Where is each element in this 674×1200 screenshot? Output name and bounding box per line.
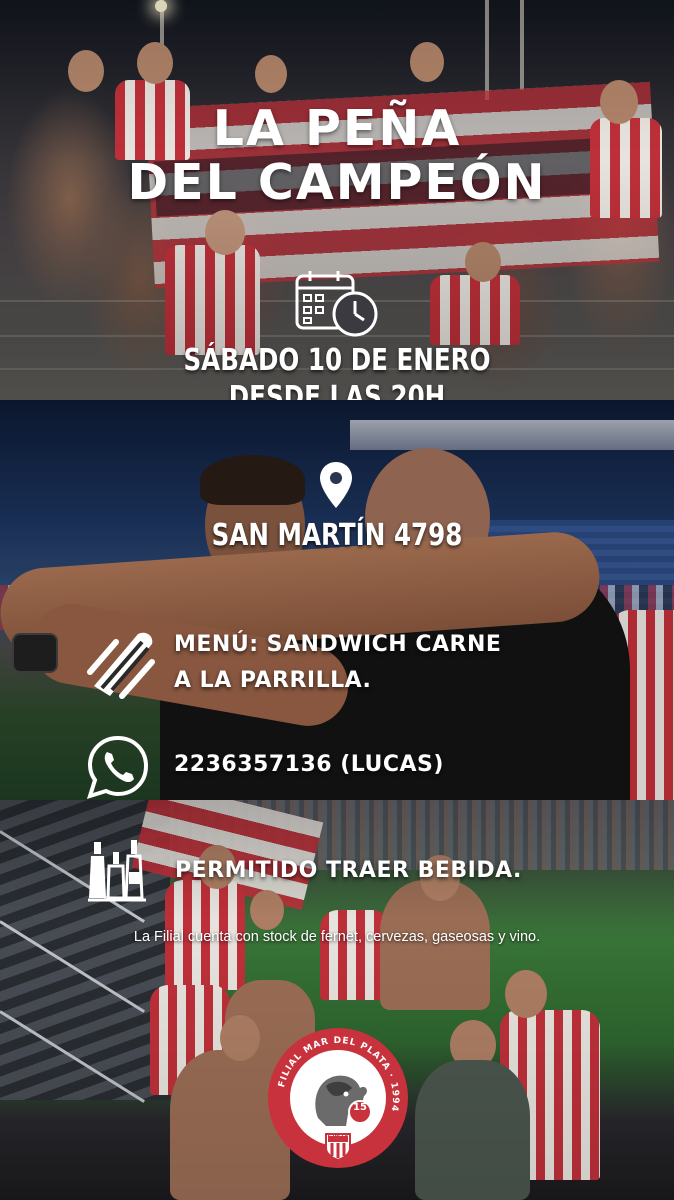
whatsapp-icon: [86, 735, 149, 800]
event-address: SAN MARTÍN 4798: [211, 518, 463, 553]
calendar-clock-icon: [295, 271, 378, 337]
club-logo: FILIAL MAR DEL PLATA · 1994: [268, 1028, 408, 1168]
location-pin-icon: [320, 462, 352, 508]
logo-crest-text: E de LP: [327, 1133, 349, 1139]
contact-phone: 2236357136 (LUCAS): [174, 752, 444, 777]
title-line-2: DEL CAMPEÓN: [127, 154, 547, 211]
food-icon: [87, 632, 155, 699]
drinks-notice: PERMITIDO TRAER BEBIDA.: [175, 858, 522, 883]
event-date: SÁBADO 10 DE ENERO: [183, 343, 491, 378]
logo-badge-number: 15: [353, 1102, 367, 1113]
title-line-1: LA PEÑA: [212, 100, 462, 157]
top-photo-panel: LA PEÑA DEL CAMPEÓN SÁBADO 10 DE ENERO D…: [0, 0, 674, 400]
stock-note: La Filial cuenta con stock de fernet, ce…: [133, 929, 541, 945]
bottles-icon: [88, 840, 146, 902]
menu-line-2: A LA PARRILLA.: [174, 668, 372, 693]
menu-line-1: MENÚ: SANDWICH CARNE: [174, 632, 502, 657]
event-time: DESDE LAS 20H: [228, 380, 446, 400]
